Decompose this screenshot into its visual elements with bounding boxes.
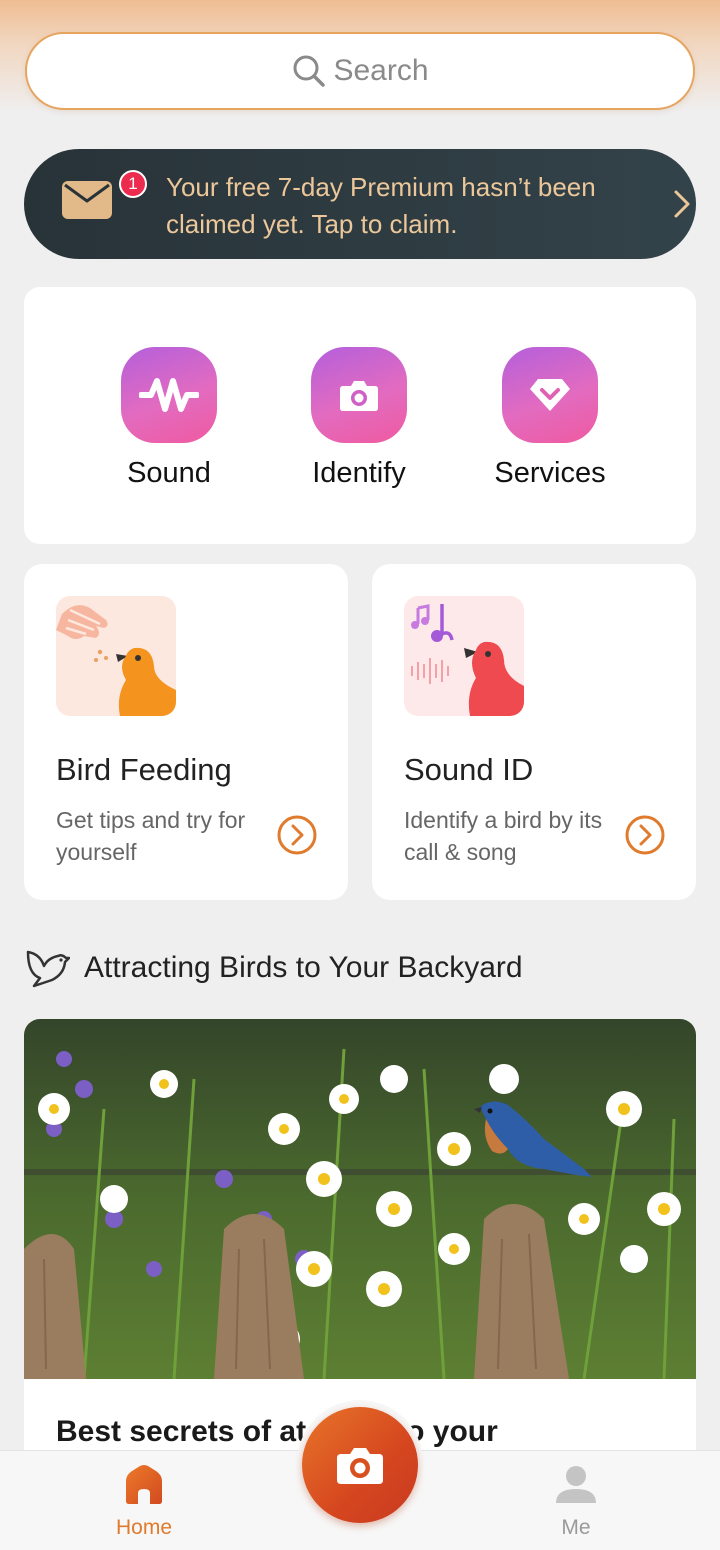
section-header: Attracting Birds to Your Backyard — [24, 944, 523, 992]
mail-icon — [62, 181, 112, 219]
feature-description: Identify a bird by its call & song — [404, 807, 603, 865]
bird-outline-icon — [26, 950, 70, 988]
search-icon — [293, 55, 326, 87]
quick-action-label: Services — [494, 457, 606, 489]
quick-action-services[interactable]: Services — [450, 347, 650, 490]
sound-wave-icon — [121, 347, 217, 443]
quick-action-sound[interactable]: Sound — [69, 347, 269, 490]
search-placeholder: Search — [333, 54, 429, 87]
feature-description: Get tips and try for yourself — [56, 807, 246, 865]
person-icon — [556, 1466, 596, 1503]
quick-action-identify[interactable]: Identify — [259, 347, 459, 490]
sound-id-icon — [404, 596, 524, 716]
tab-label-home: Home — [115, 1516, 173, 1539]
arrow-circle-right-icon[interactable] — [276, 814, 318, 856]
feature-card-sound-id[interactable]: Sound ID Identify a bird by its call & s… — [372, 564, 696, 900]
bird-feeding-icon — [56, 596, 176, 716]
chevron-right-icon — [674, 190, 690, 218]
quick-action-label: Sound — [127, 457, 211, 489]
section-title: Attracting Birds to Your Backyard — [84, 951, 523, 984]
search-bar[interactable]: Search — [25, 32, 695, 110]
quick-actions-card: Sound Identify Services — [24, 287, 696, 544]
diamond-icon — [502, 347, 598, 443]
camera-icon — [311, 347, 407, 443]
notification-badge: 1 — [119, 170, 147, 198]
article-photo — [24, 1019, 696, 1379]
camera-fab-button[interactable] — [302, 1407, 418, 1523]
arrow-circle-right-icon[interactable] — [624, 814, 666, 856]
tab-label-me: Me — [561, 1516, 591, 1539]
feature-title: Bird Feeding — [56, 752, 232, 787]
tab-me[interactable]: Me — [516, 1465, 636, 1540]
feature-title: Sound ID — [404, 752, 534, 787]
promo-message: Your free 7-day Premium hasn’t been clai… — [166, 172, 596, 239]
feature-card-bird-feeding[interactable]: Bird Feeding Get tips and try for yourse… — [24, 564, 348, 900]
camera-icon — [337, 1448, 383, 1484]
tab-home[interactable]: Home — [84, 1465, 204, 1540]
home-icon — [126, 1465, 162, 1504]
quick-action-label: Identify — [312, 457, 406, 489]
premium-promo-banner[interactable]: 1 Your free 7-day Premium hasn’t been cl… — [24, 149, 696, 259]
